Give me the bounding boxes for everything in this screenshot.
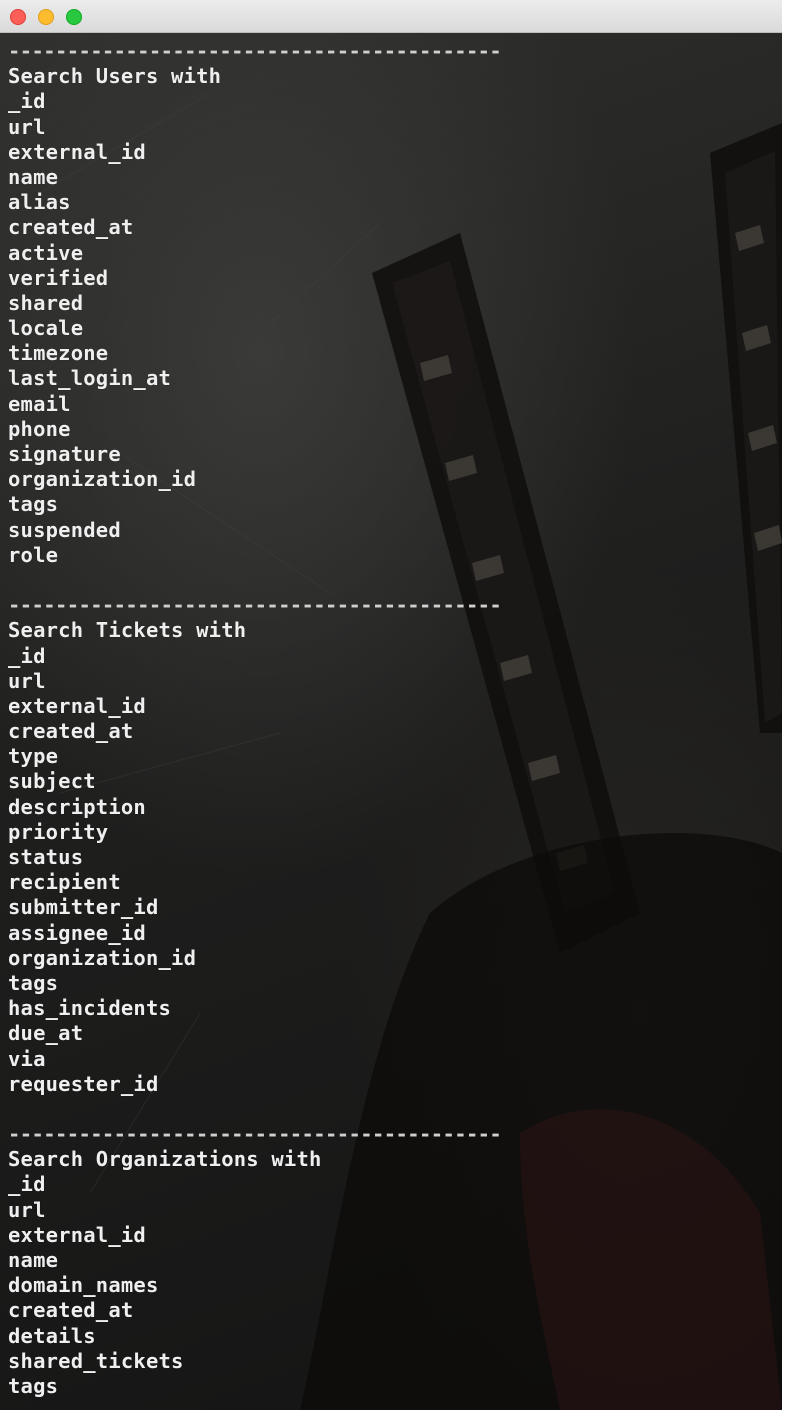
user-field: name [8, 164, 59, 189]
ticket-field: via [8, 1046, 46, 1071]
ticket-field: assignee_id [8, 920, 146, 945]
user-field: suspended [8, 517, 121, 542]
ticket-field: url [8, 668, 46, 693]
ticket-field: requester_id [8, 1071, 159, 1096]
ticket-field: _id [8, 643, 46, 668]
user-field: url [8, 114, 46, 139]
user-field: signature [8, 442, 121, 466]
user-field: organization_id [8, 467, 197, 492]
ticket-field: organization_id [8, 945, 197, 970]
ticket-field: subject [8, 769, 96, 794]
ticket-field: due_at [8, 1021, 84, 1046]
user-field: active [8, 240, 84, 265]
user-field: email [8, 391, 71, 416]
user-field: tags [8, 492, 59, 517]
ticket-field: tags [8, 970, 59, 995]
terminal-text: ----------------------------------------… [8, 39, 502, 1399]
ticket-field: priority [8, 819, 109, 844]
user-field: shared [8, 290, 84, 315]
organizations-section-heading: Search Organizations with [8, 1147, 322, 1172]
minimize-window-button[interactable] [38, 9, 54, 25]
organization-field: domain_names [8, 1273, 159, 1298]
organization-field: created_at [8, 1298, 134, 1323]
user-field: created_at [8, 215, 134, 240]
organization-field: _id [8, 1172, 46, 1197]
organization-field: name [8, 1248, 59, 1272]
user-field: role [8, 542, 59, 567]
terminal-output-area[interactable]: ----------------------------------------… [0, 33, 782, 1410]
ticket-field: submitter_id [8, 895, 159, 920]
close-window-button[interactable] [10, 9, 26, 25]
user-field: verified [8, 265, 109, 290]
tickets-section-heading: Search Tickets with [8, 618, 247, 643]
ticket-field: status [8, 845, 84, 869]
organization-field: tags [8, 1373, 59, 1398]
ticket-field: recipient [8, 870, 121, 895]
separator-line: ----------------------------------------… [8, 593, 502, 618]
title-bar [0, 0, 782, 33]
ticket-field: has_incidents [8, 996, 172, 1021]
zoom-window-button[interactable] [66, 9, 82, 25]
user-field: last_login_at [8, 366, 172, 391]
separator-line: ----------------------------------------… [8, 39, 502, 63]
user-field: alias [8, 190, 71, 215]
user-field: phone [8, 416, 71, 441]
user-field: external_id [8, 139, 146, 164]
organization-field: external_id [8, 1222, 146, 1247]
user-field: locale [8, 316, 84, 341]
terminal-window: ----------------------------------------… [0, 0, 786, 1414]
ticket-field: created_at [8, 719, 134, 744]
organization-field: details [8, 1323, 96, 1348]
users-section-heading: Search Users with [8, 64, 222, 89]
ticket-field: external_id [8, 693, 146, 718]
organization-field: url [8, 1197, 46, 1222]
user-field: timezone [8, 341, 109, 366]
separator-line: ----------------------------------------… [8, 1122, 502, 1147]
ticket-field: description [8, 794, 146, 819]
user-field: _id [8, 89, 46, 114]
organization-field: shared_tickets [8, 1348, 184, 1373]
ticket-field: type [8, 744, 59, 769]
